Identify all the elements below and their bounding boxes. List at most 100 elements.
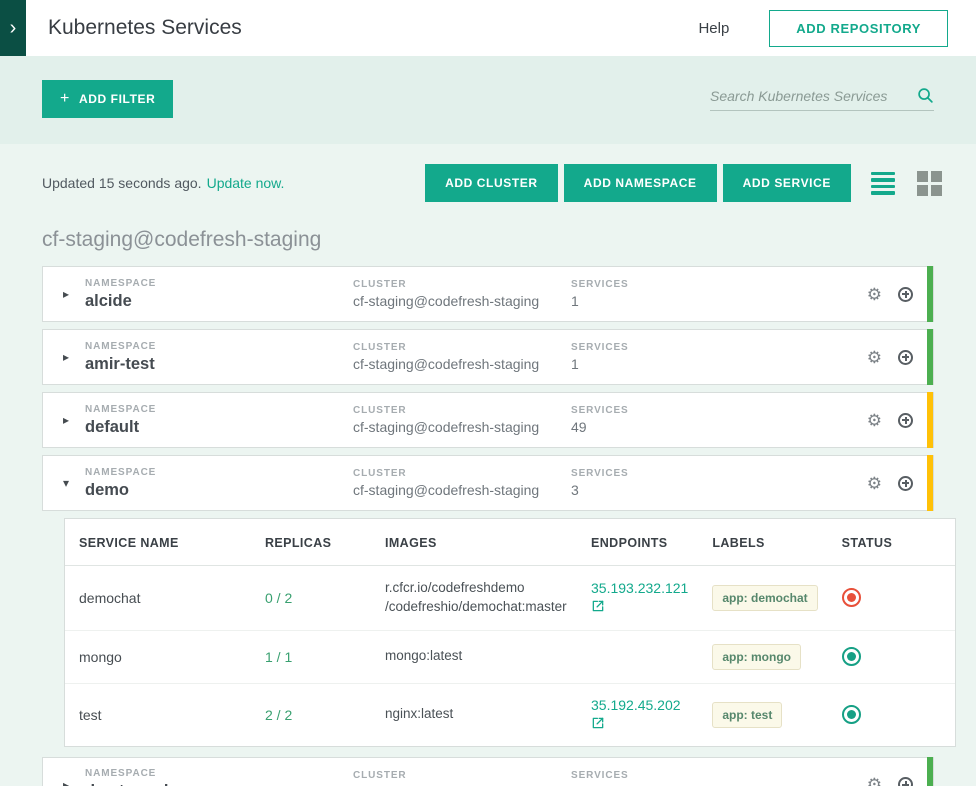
grid-view-icon[interactable] <box>917 171 942 196</box>
services-count: 1 <box>571 356 867 372</box>
add-filter-button[interactable]: ADD FILTER <box>42 80 173 118</box>
cluster-label: CLUSTER <box>353 405 571 416</box>
status-indicator-dot <box>847 652 856 661</box>
namespace-label: NAMESPACE <box>85 404 353 415</box>
list-view-icon[interactable] <box>871 172 895 195</box>
image-line: r.cfcr.io/codefreshdemo <box>385 579 567 598</box>
status-indicator-dot <box>847 710 856 719</box>
namespace-name-column: NAMESPACE default <box>85 404 353 437</box>
main-content: Updated 15 seconds ago. Update now. ADD … <box>0 144 976 786</box>
search-input[interactable] <box>710 88 909 104</box>
endpoints-cell: 35.193.232.121 <box>579 566 700 631</box>
services-label: SERVICES <box>571 279 867 290</box>
cluster-column: CLUSTER cf-staging@codefresh-staging <box>353 279 571 309</box>
cluster-label: CLUSTER <box>353 770 571 781</box>
namespace-row[interactable]: ▸ NAMESPACE alcide CLUSTER cf-staging@co… <box>42 266 934 322</box>
service-row[interactable]: demochat0 / 2r.cfcr.io/codefreshdemo/cod… <box>65 566 955 631</box>
add-repository-button[interactable]: ADD REPOSITORY <box>769 10 948 47</box>
endpoints-cell <box>579 630 700 683</box>
namespace-chevron-icon[interactable]: ▸ <box>63 778 85 786</box>
external-link-icon[interactable] <box>591 716 605 730</box>
namespace-row[interactable]: ▸ NAMESPACE default CLUSTER cf-staging@c… <box>42 392 934 448</box>
status-indicator <box>842 647 861 666</box>
service-name-cell: demochat <box>65 566 253 631</box>
help-link[interactable]: Help <box>698 20 729 37</box>
add-service-icon[interactable] <box>898 413 913 428</box>
labels-cell: app: test <box>700 683 829 746</box>
status-cell <box>830 630 955 683</box>
namespace-chevron-icon[interactable]: ▾ <box>63 476 85 490</box>
add-cluster-button[interactable]: ADD CLUSTER <box>425 164 558 202</box>
status-indicator <box>842 705 861 724</box>
status-indicator-dot <box>847 593 856 602</box>
namespace-row[interactable]: ▸ NAMESPACE amir-test CLUSTER cf-staging… <box>42 329 934 385</box>
label-badge: app: mongo <box>712 644 801 670</box>
filter-band: ADD FILTER <box>0 56 976 144</box>
status-cell <box>830 566 955 631</box>
plus-icon <box>60 92 70 106</box>
add-service-icon[interactable] <box>898 350 913 365</box>
services-count: 1 <box>571 293 867 309</box>
replicas-cell: 2 / 2 <box>253 683 373 746</box>
namespace-name-column: NAMESPACE alcide <box>85 278 353 311</box>
services-column: SERVICES 49 <box>571 405 867 435</box>
cluster-column: CLUSTER cf-staging@codefresh-staging <box>353 770 571 786</box>
namespace-name: dev-tunneler-server <box>85 782 353 786</box>
search-icon[interactable] <box>917 87 934 104</box>
cluster-value: cf-staging@codefresh-staging <box>353 356 571 372</box>
add-service-icon[interactable] <box>898 287 913 302</box>
gear-icon[interactable] <box>867 412 882 429</box>
image-line: mongo:latest <box>385 647 567 666</box>
namespace-chevron-icon[interactable]: ▸ <box>63 413 85 427</box>
external-link-icon[interactable] <box>591 599 605 613</box>
cluster-column: CLUSTER cf-staging@codefresh-staging <box>353 468 571 498</box>
replicas-cell: 1 / 1 <box>253 630 373 683</box>
namespace-row[interactable]: ▾ NAMESPACE demo CLUSTER cf-staging@code… <box>42 455 934 511</box>
cluster-column: CLUSTER cf-staging@codefresh-staging <box>353 405 571 435</box>
replicas-link[interactable]: 2 / 2 <box>265 707 292 723</box>
namespace-name-column: NAMESPACE dev-tunneler-server <box>85 768 353 786</box>
update-now-link[interactable]: Update now. <box>207 175 285 191</box>
gear-icon[interactable] <box>867 349 882 366</box>
namespace-status-bar <box>927 266 933 322</box>
cluster-label: CLUSTER <box>353 468 571 479</box>
add-namespace-button[interactable]: ADD NAMESPACE <box>564 164 717 202</box>
services-column: SERVICES 3 <box>571 468 867 498</box>
namespace-row[interactable]: ▸ NAMESPACE dev-tunneler-server CLUSTER … <box>42 757 934 786</box>
gear-icon[interactable] <box>867 776 882 786</box>
namespace-label: NAMESPACE <box>85 341 353 352</box>
gear-icon[interactable] <box>867 286 882 303</box>
namespace-chevron-icon[interactable]: ▸ <box>63 350 85 364</box>
service-row[interactable]: mongo1 / 1mongo:latestapp: mongo <box>65 630 955 683</box>
updated-text: Updated 15 seconds ago. <box>42 175 202 191</box>
status-row: Updated 15 seconds ago. Update now. ADD … <box>42 164 942 202</box>
add-service-icon[interactable] <box>898 476 913 491</box>
services-label: SERVICES <box>571 770 867 781</box>
service-table-header-labels: LABELS <box>700 519 829 566</box>
services-label: SERVICES <box>571 468 867 479</box>
namespace-name: default <box>85 418 353 437</box>
services-column: SERVICES 1 <box>571 342 867 372</box>
add-service-button[interactable]: ADD SERVICE <box>723 164 851 202</box>
add-filter-label: ADD FILTER <box>79 92 155 106</box>
label-badge: app: demochat <box>712 585 817 611</box>
services-label: SERVICES <box>571 405 867 416</box>
namespace-chevron-icon[interactable]: ▸ <box>63 287 85 301</box>
replicas-link[interactable]: 0 / 2 <box>265 590 292 606</box>
cluster-label: CLUSTER <box>353 279 571 290</box>
namespace-name-column: NAMESPACE demo <box>85 467 353 500</box>
service-row[interactable]: test2 / 2nginx:latest35.192.45.202app: t… <box>65 683 955 746</box>
endpoint-link[interactable]: 35.192.45.202 <box>591 697 688 713</box>
namespace-label: NAMESPACE <box>85 467 353 478</box>
service-table-grid: SERVICE NAMEREPLICASIMAGESENDPOINTSLABEL… <box>65 519 955 746</box>
services-label: SERVICES <box>571 342 867 353</box>
gear-icon[interactable] <box>867 475 882 492</box>
services-count: 49 <box>571 419 867 435</box>
sidebar-toggle-chevron-icon[interactable] <box>0 0 26 56</box>
add-service-icon[interactable] <box>898 777 913 786</box>
endpoint-link[interactable]: 35.193.232.121 <box>591 580 688 596</box>
service-table-header-service-name: SERVICE NAME <box>65 519 253 566</box>
service-table-header-endpoints: ENDPOINTS <box>579 519 700 566</box>
image-line: nginx:latest <box>385 705 567 724</box>
replicas-link[interactable]: 1 / 1 <box>265 649 292 665</box>
